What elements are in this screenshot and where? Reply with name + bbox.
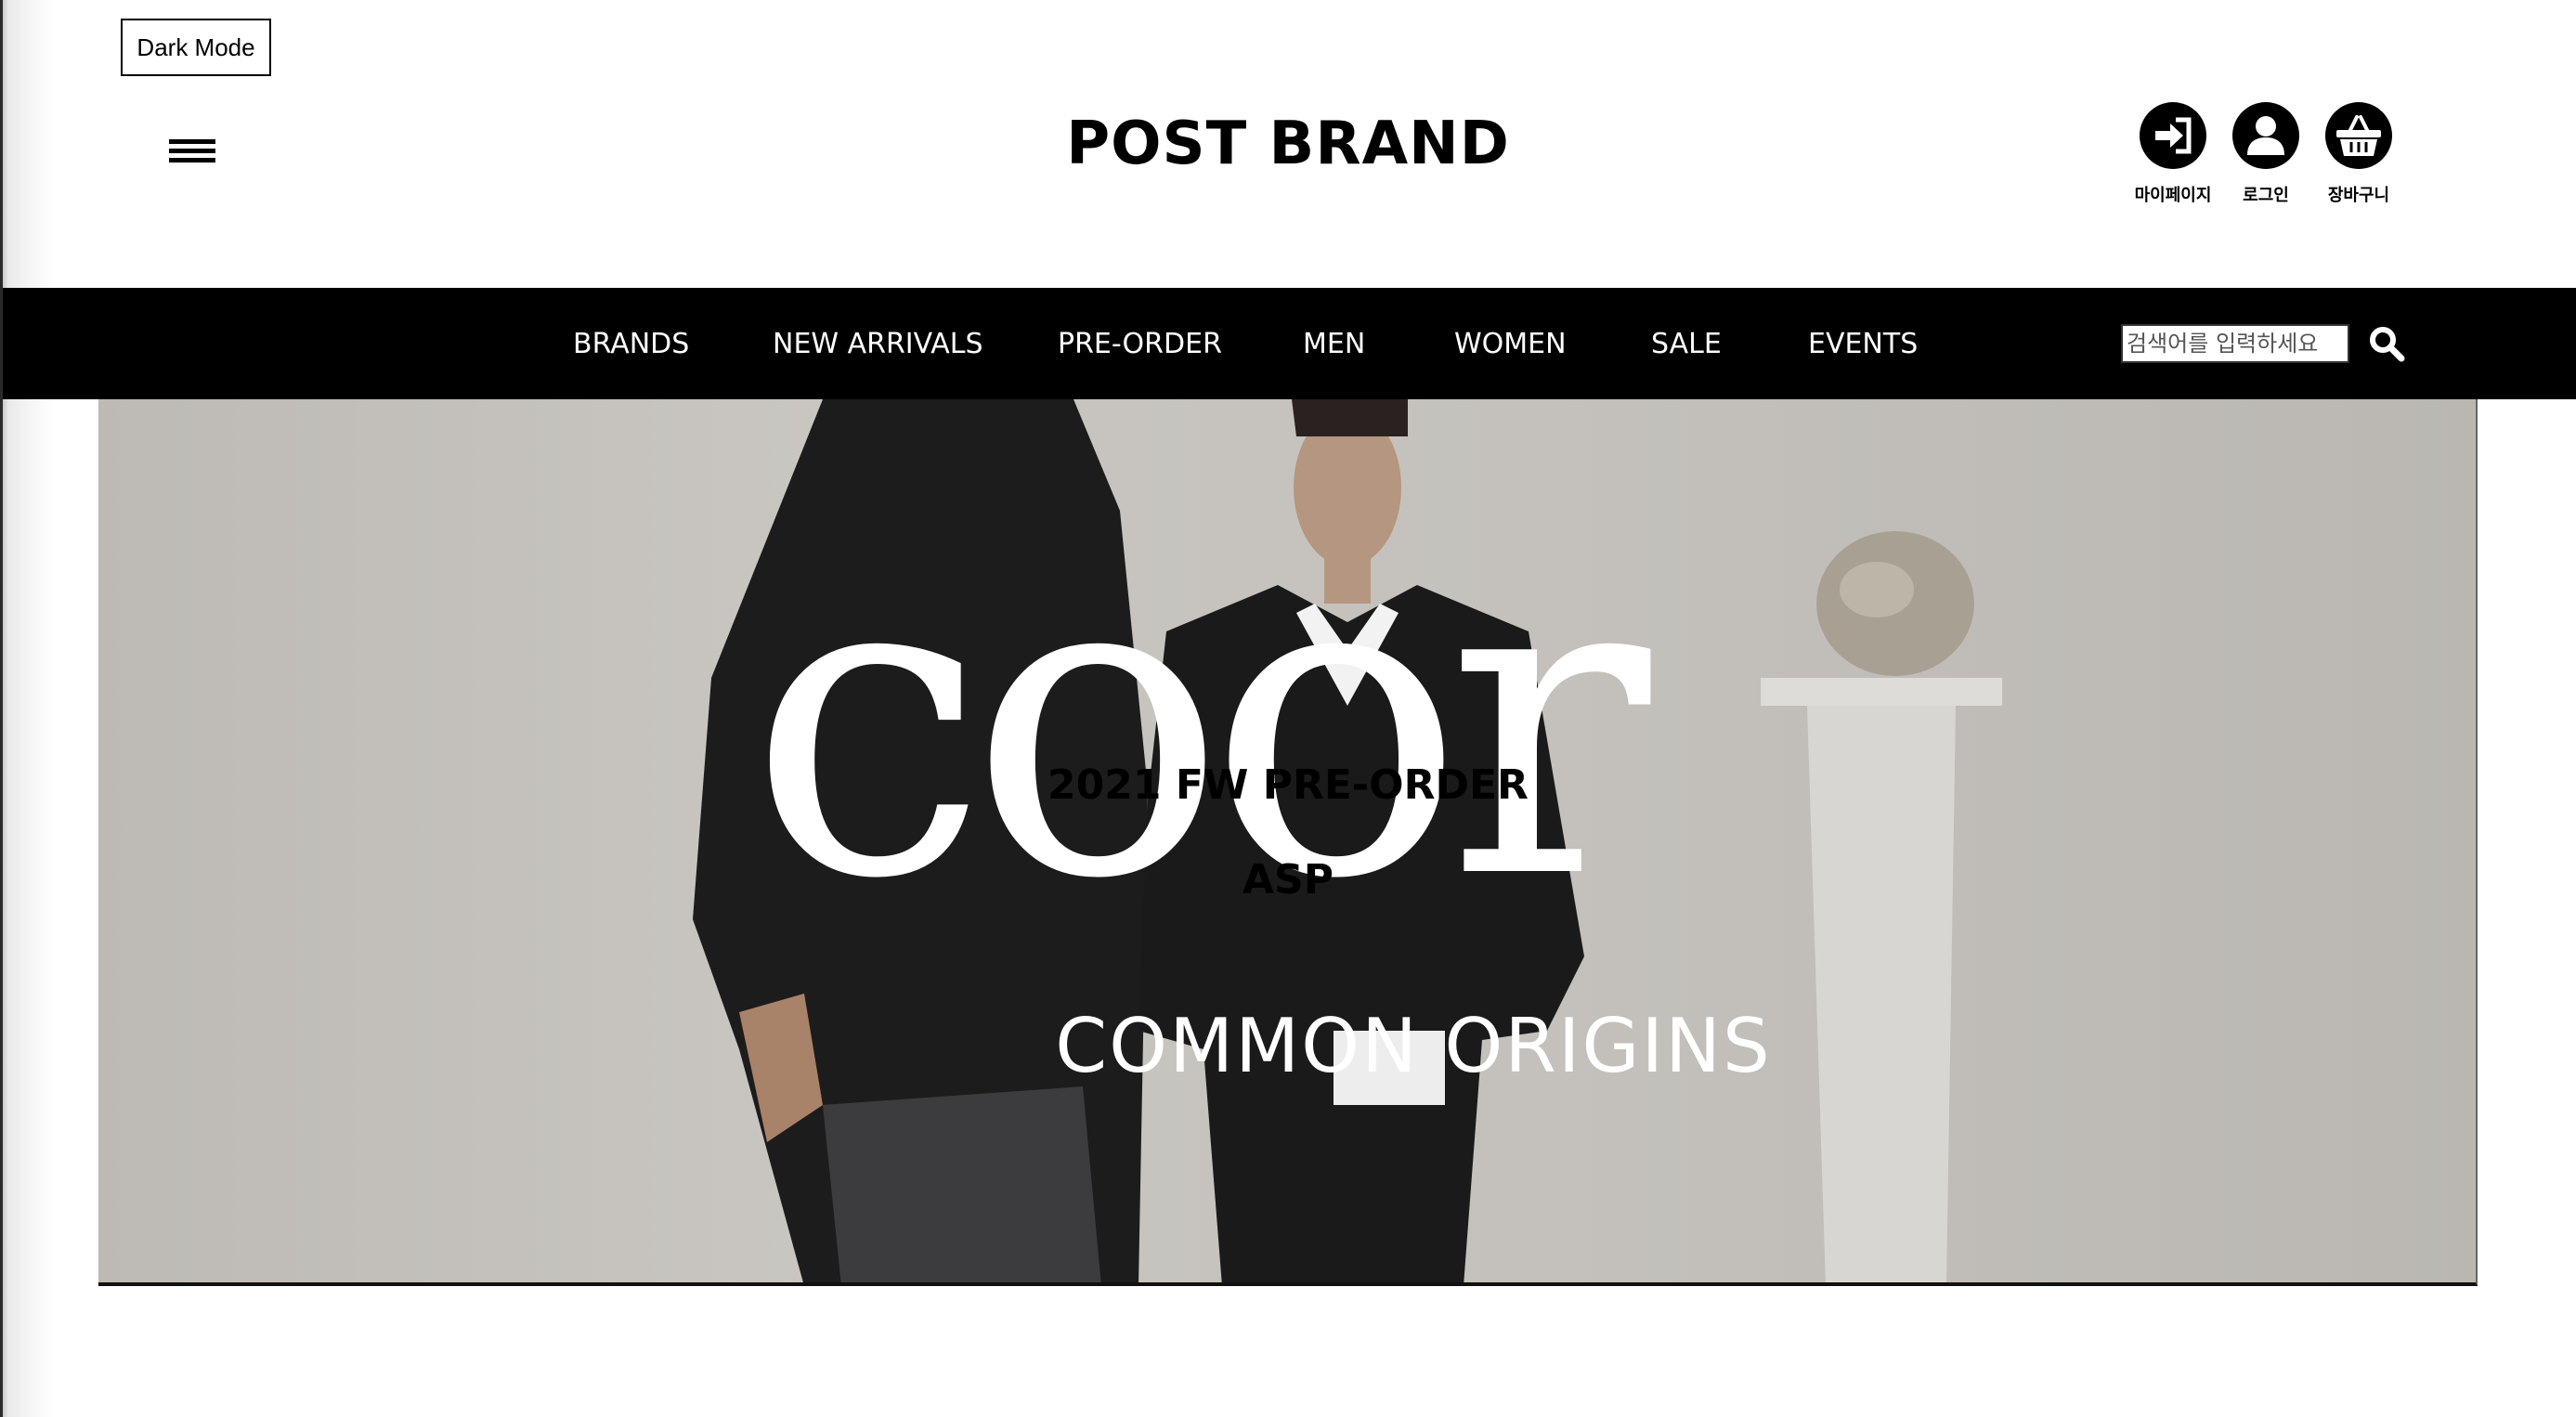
nav-item-events[interactable]: EVENTS	[1808, 328, 1918, 360]
hero-caption-brand: ASP	[1242, 856, 1334, 904]
login-button[interactable]: 로그인	[2219, 102, 2312, 206]
user-icon	[2232, 102, 2299, 169]
nav-item-women[interactable]: WOMEN	[1454, 328, 1567, 360]
user-menu: 마이페이지 로그인 장바구니	[2127, 102, 2405, 206]
login-label: 로그인	[2243, 186, 2289, 205]
hero-banner[interactable]: coor COMMON ORIGINS 2021 FW PRE-ORDER AS…	[98, 399, 2478, 1286]
search-input[interactable]	[2121, 324, 2349, 363]
hero-caption-title: 2021 FW PRE-ORDER	[1047, 761, 1529, 809]
window-edge-shadow	[0, 0, 55, 1417]
nav-item-men[interactable]: MEN	[1303, 328, 1365, 360]
login-arrow-icon	[2140, 102, 2206, 169]
mypage-label: 마이페이지	[2134, 186, 2212, 205]
search-icon[interactable]	[2368, 325, 2405, 362]
cart-label: 장바구니	[2327, 186, 2390, 205]
dark-mode-button[interactable]: Dark Mode	[121, 19, 271, 76]
basket-icon	[2325, 102, 2392, 169]
mypage-button[interactable]: 마이페이지	[2127, 102, 2219, 206]
nav-item-brands[interactable]: BRANDS	[573, 328, 689, 360]
nav-item-pre-order[interactable]: PRE-ORDER	[1058, 328, 1222, 360]
nav-item-new-arrivals[interactable]: NEW ARRIVALS	[773, 328, 983, 360]
hero-subtitle: COMMON ORIGINS	[1055, 1003, 1772, 1089]
nav-item-sale[interactable]: SALE	[1651, 328, 1722, 360]
cart-button[interactable]: 장바구니	[2312, 102, 2405, 206]
